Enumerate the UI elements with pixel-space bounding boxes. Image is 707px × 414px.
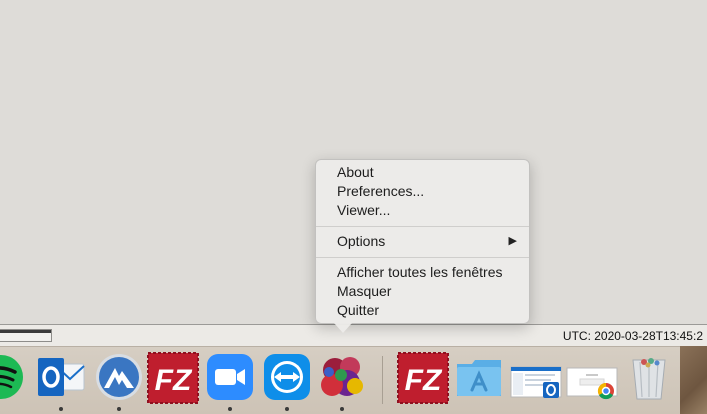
submenu-arrow-icon: ▶ [508,235,517,247]
chrome-window-thumbnail-icon[interactable] [566,352,618,402]
dock-context-menu: About Preferences... Viewer... Options ▶… [315,159,530,324]
dock-divider [382,356,383,404]
status-progress-indicator [0,329,52,342]
teamviewer-icon[interactable] [262,352,312,402]
menu-item-preferences[interactable]: Preferences... [316,182,529,201]
svg-text:FZ: FZ [155,364,193,397]
menu-item-hide[interactable]: Masquer [316,282,529,301]
outlook-window-thumbnail-icon[interactable] [510,352,562,402]
running-indicator [228,407,232,411]
menu-separator [316,226,529,227]
menu-separator [316,257,529,258]
applications-folder-icon[interactable] [454,352,504,402]
menu-item-quit[interactable]: Quitter [316,301,529,320]
menu-item-viewer[interactable]: Viewer... [316,201,529,220]
zoom-icon[interactable] [205,352,255,402]
running-indicator [285,407,289,411]
menu-pointer-tail [334,323,352,333]
filezilla-icon[interactable]: FZ [147,352,199,404]
running-indicator [59,407,63,411]
menu-item-options-label: Options [337,233,386,249]
trash-icon[interactable] [624,352,674,402]
spotify-icon[interactable] [0,352,26,402]
svg-text:FZ: FZ [405,364,443,397]
menu-item-show-all-windows[interactable]: Afficher toutes les fenêtres [316,263,529,282]
desktop-wallpaper-edge [680,346,707,414]
menu-item-options[interactable]: Options ▶ [316,232,529,251]
status-bar: UTC: 2020-03-28T13:45:2 [0,324,707,346]
filezilla-icon[interactable]: FZ [397,352,449,404]
nordvpn-icon[interactable] [94,352,144,402]
menu-item-about[interactable]: About [316,163,529,182]
running-indicator [117,407,121,411]
running-indicator [340,407,344,411]
utc-timestamp: UTC: 2020-03-28T13:45:2 [562,329,703,343]
bubbles-app-icon[interactable] [317,352,367,402]
outlook-icon[interactable] [36,352,86,402]
